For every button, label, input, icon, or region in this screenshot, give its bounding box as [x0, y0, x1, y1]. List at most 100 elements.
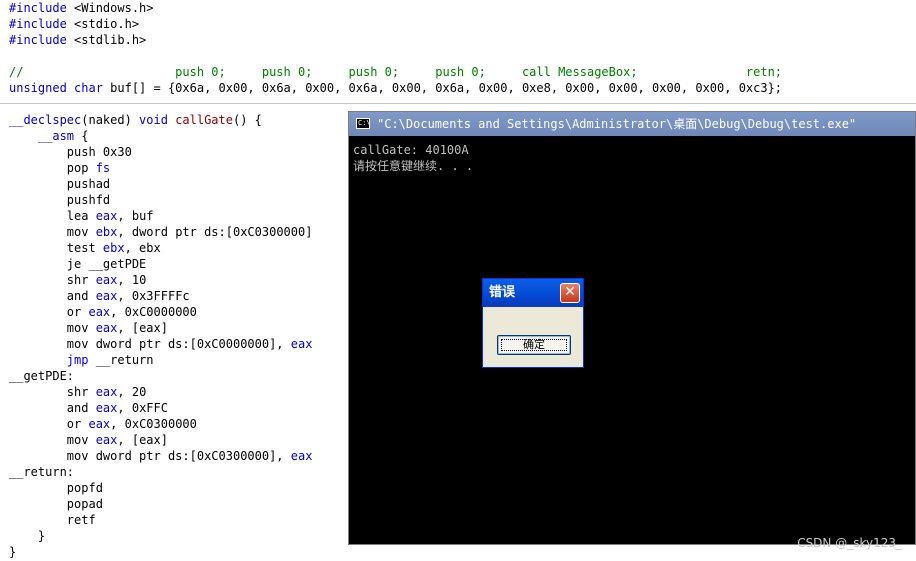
asm-register: eax	[88, 305, 111, 319]
func-tail: () {	[232, 113, 262, 127]
asm-line: mov dword ptr ds:[0xC0300000], eax	[9, 448, 313, 464]
asm-operand: , 20	[117, 385, 147, 399]
dialog-title: 错误	[489, 285, 516, 300]
naked-attr: (naked)	[81, 113, 140, 127]
preprocessor-keyword: #include	[9, 33, 67, 47]
asm-register: eax	[95, 209, 118, 223]
asm-line: popad	[9, 497, 103, 511]
include-target: <Windows.h>	[66, 1, 154, 15]
asm-line: shr eax, 20	[9, 384, 147, 400]
asm-op: shr	[9, 385, 96, 399]
asm-operand: , dword ptr ds:[0xC0300000]	[117, 225, 313, 239]
asm-register: ebx	[102, 241, 125, 255]
asm-op: mov	[9, 321, 96, 335]
code-line-include-windows: #include <Windows.h>	[9, 0, 154, 16]
asm-line: je __getPDE	[9, 256, 146, 272]
asm-op: mov dword ptr ds:[0xC0300000],	[9, 449, 291, 463]
asm-brace: {	[74, 129, 89, 143]
asm-operand: , [eax]	[117, 433, 168, 447]
asm-line: mov eax, [eax]	[9, 320, 168, 336]
code-line-include-stdio: #include <stdio.h>	[9, 16, 139, 32]
asm-operand: , [eax]	[117, 321, 168, 335]
asm-op: pop	[9, 161, 96, 175]
asm-line: jmp __return	[9, 352, 154, 368]
code-line-asm-close: }	[9, 529, 46, 543]
asm-register: eax	[88, 417, 111, 431]
asm-register: eax	[95, 289, 118, 303]
console-output: callGate: 40100A 请按任意键继续. . .	[353, 142, 473, 174]
asm-register: eax	[290, 337, 313, 351]
preprocessor-keyword: #include	[9, 17, 67, 31]
asm-op: mov	[9, 433, 96, 447]
asm-line: or eax, 0xC0300000	[9, 416, 197, 432]
close-button[interactable]: ✕	[560, 283, 580, 303]
asm-operand: , buf	[117, 209, 154, 223]
console-window[interactable]: C:\ "C:\Documents and Settings\Administr…	[348, 111, 916, 545]
asm-register: eax	[95, 385, 118, 399]
asm-register: eax	[95, 433, 118, 447]
asm-line: and eax, 0xFFC	[9, 400, 168, 416]
code-line-buf-decl: unsigned char buf[] = {0x6a, 0x00, 0x6a,…	[9, 80, 782, 96]
console-line-callgate: callGate: 40100A	[353, 143, 469, 157]
asm-register: eax	[95, 321, 118, 335]
asm-line: pushad	[9, 176, 110, 192]
console-titlebar[interactable]: C:\ "C:\Documents and Settings\Administr…	[349, 112, 915, 136]
asm-op: pushfd	[9, 193, 111, 207]
asm-line: retf	[9, 513, 96, 527]
function-name: callGate	[175, 113, 233, 127]
label-return: __return:	[9, 465, 75, 479]
include-target: <stdlib.h>	[66, 33, 147, 47]
asm-op: and	[9, 289, 96, 303]
asm-op: jmp	[9, 353, 89, 367]
code-line-asm-open: __asm {	[9, 128, 89, 144]
asm-register: eax	[95, 273, 118, 287]
close-icon: ✕	[564, 284, 576, 300]
asm-register: ebx	[95, 225, 118, 239]
asm-op: pushad	[9, 177, 111, 191]
asm-op: shr	[9, 273, 96, 287]
asm-line: mov ebx, dword ptr ds:[0xC0300000]	[9, 224, 313, 240]
asm-operand: , 0xC0300000	[110, 417, 197, 431]
code-line-func-close: }	[9, 545, 17, 559]
asm-operand: , 0xC0000000	[110, 305, 197, 319]
asm-line: lea eax, buf	[9, 208, 154, 224]
asm-operand: __return	[88, 353, 154, 367]
label-getpde: __getPDE:	[9, 369, 75, 383]
asm-keyword: __asm	[9, 129, 75, 143]
asm-line: pop fs	[9, 160, 110, 176]
asm-register: fs	[95, 161, 111, 175]
buf-initializer: buf[] = {0x6a, 0x00, 0x6a, 0x00, 0x6a, 0…	[102, 81, 783, 95]
editor-separator	[0, 103, 916, 104]
asm-operand: , 0xFFC	[117, 401, 168, 415]
asm-line: mov eax, [eax]	[9, 432, 168, 448]
dialog-titlebar[interactable]: 错误 ✕	[483, 279, 583, 307]
code-line-comment: // push 0; push 0; push 0; push 0; call …	[9, 65, 783, 79]
void-keyword: void	[139, 113, 168, 127]
asm-line: mov dword ptr ds:[0xC0000000], eax	[9, 336, 313, 352]
code-line-include-stdlib: #include <stdlib.h>	[9, 32, 146, 48]
console-app-icon: C:\	[356, 118, 371, 129]
error-dialog[interactable]: 错误 ✕ 确定	[482, 278, 584, 368]
include-target: <stdio.h>	[66, 17, 140, 31]
asm-op: mov	[9, 225, 96, 239]
watermark: CSDN @_sky123_	[797, 536, 902, 550]
focus-rect	[501, 339, 567, 351]
asm-line: shr eax, 10	[9, 272, 147, 288]
ok-button[interactable]: 确定	[497, 335, 571, 355]
asm-op: or	[9, 417, 89, 431]
asm-operand: , 10	[117, 273, 147, 287]
asm-op: lea	[9, 209, 96, 223]
asm-op: je __getPDE	[9, 257, 147, 271]
asm-op: push 0x30	[9, 145, 132, 159]
asm-operand: , 0x3FFFFc	[117, 289, 190, 303]
type-keyword: unsigned char	[9, 81, 103, 95]
console-line-press-any-key: 请按任意键继续. . .	[353, 159, 474, 173]
asm-register: eax	[290, 449, 313, 463]
asm-line: or eax, 0xC0000000	[9, 304, 197, 320]
code-line-func-decl: __declspec(naked) void callGate() {	[9, 112, 262, 128]
console-title: "C:\Documents and Settings\Administrator…	[377, 117, 857, 131]
asm-line: push 0x30	[9, 144, 132, 160]
asm-op: test	[9, 241, 103, 255]
asm-op: or	[9, 305, 89, 319]
asm-register: eax	[95, 401, 118, 415]
